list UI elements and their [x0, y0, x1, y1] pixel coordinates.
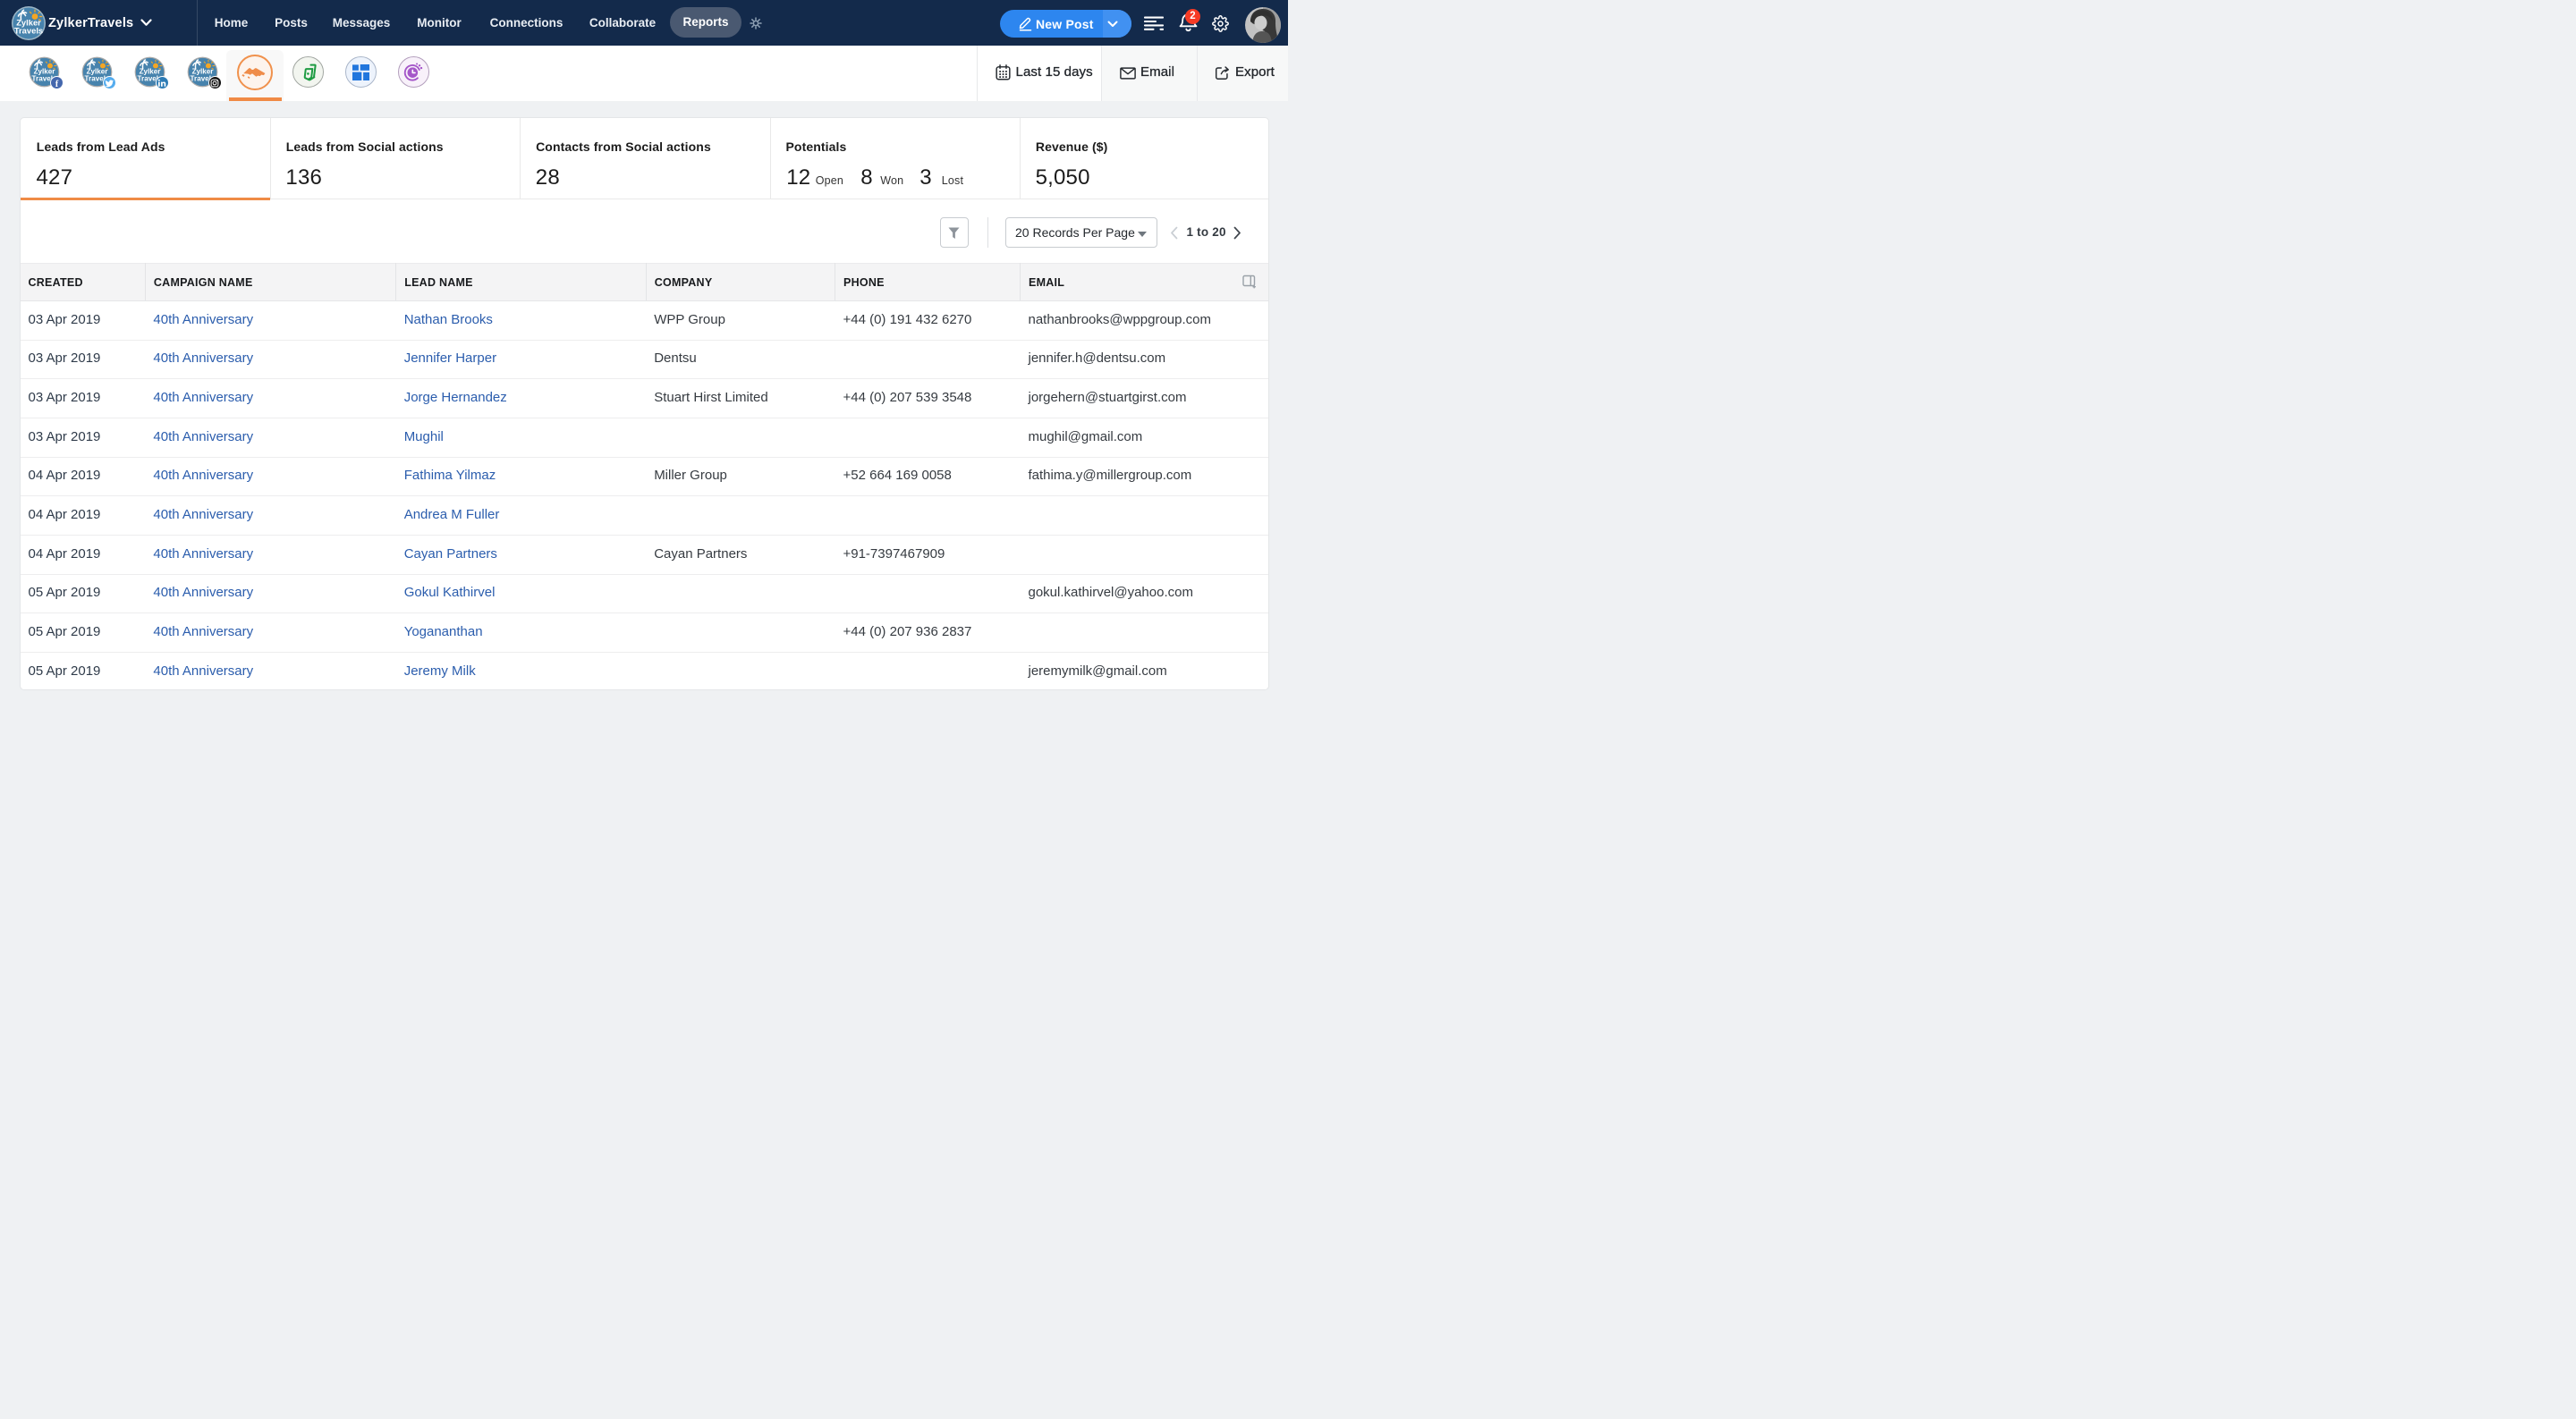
svg-text:Travels: Travels [14, 25, 43, 35]
svg-text:f: f [55, 80, 58, 89]
